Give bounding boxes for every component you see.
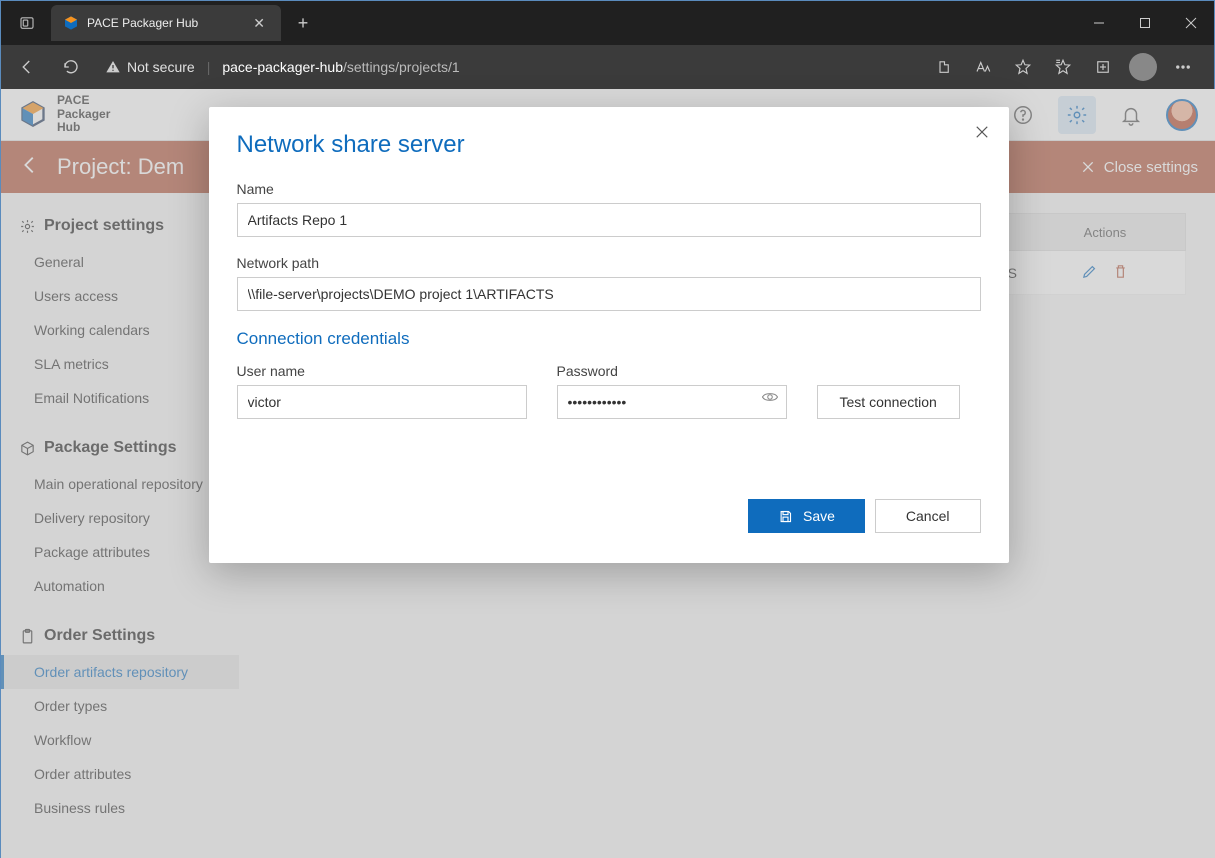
text-size-icon[interactable]	[966, 50, 1000, 84]
browser-titlebar: PACE Packager Hub ✕ +	[1, 1, 1214, 45]
collections-icon[interactable]	[1086, 50, 1120, 84]
browser-tab[interactable]: PACE Packager Hub ✕	[51, 5, 281, 41]
password-label: Password	[557, 363, 787, 379]
maximize-button[interactable]	[1122, 1, 1168, 45]
close-icon[interactable]: ✕	[249, 15, 269, 32]
network-share-modal: Network share server Name Network path C…	[209, 107, 1009, 563]
not-secure-label: Not secure	[127, 59, 195, 75]
cancel-button[interactable]: Cancel	[875, 499, 981, 533]
close-icon	[973, 123, 991, 141]
network-path-input[interactable]	[237, 277, 981, 311]
address-bar[interactable]: Not secure | pace-packager-hub/settings/…	[97, 59, 918, 75]
url-text: pace-packager-hub/settings/projects/1	[222, 59, 459, 75]
cube-icon	[63, 15, 79, 31]
minimize-button[interactable]	[1076, 1, 1122, 45]
name-input[interactable]	[237, 203, 981, 237]
more-icon[interactable]	[1166, 50, 1200, 84]
username-input[interactable]	[237, 385, 527, 419]
tab-overview-button[interactable]	[9, 5, 45, 41]
save-button[interactable]: Save	[748, 499, 865, 533]
app-root: PACE Packager Hub Project: Dem Close set…	[1, 89, 1215, 858]
profile-icon[interactable]	[1126, 50, 1160, 84]
save-icon	[778, 509, 793, 524]
favorites-bar-icon[interactable]	[1046, 50, 1080, 84]
read-aloud-icon[interactable]	[926, 50, 960, 84]
modal-title: Network share server	[237, 131, 981, 159]
back-button[interactable]	[9, 49, 45, 85]
favorites-icon[interactable]	[1006, 50, 1040, 84]
password-input[interactable]	[557, 385, 787, 419]
window-close-button[interactable]	[1168, 1, 1214, 45]
new-tab-button[interactable]: +	[287, 7, 319, 39]
credentials-heading: Connection credentials	[237, 329, 981, 349]
browser-toolbar: Not secure | pace-packager-hub/settings/…	[1, 45, 1214, 89]
test-connection-button[interactable]: Test connection	[817, 385, 960, 419]
show-password-icon[interactable]	[761, 388, 779, 411]
refresh-button[interactable]	[53, 49, 89, 85]
modal-close-button[interactable]	[973, 123, 991, 146]
name-label: Name	[237, 181, 981, 197]
tab-title: PACE Packager Hub	[87, 16, 241, 30]
modal-overlay: Network share server Name Network path C…	[1, 89, 1215, 858]
username-label: User name	[237, 363, 527, 379]
path-label: Network path	[237, 255, 981, 271]
not-secure-badge: Not secure	[105, 59, 195, 75]
